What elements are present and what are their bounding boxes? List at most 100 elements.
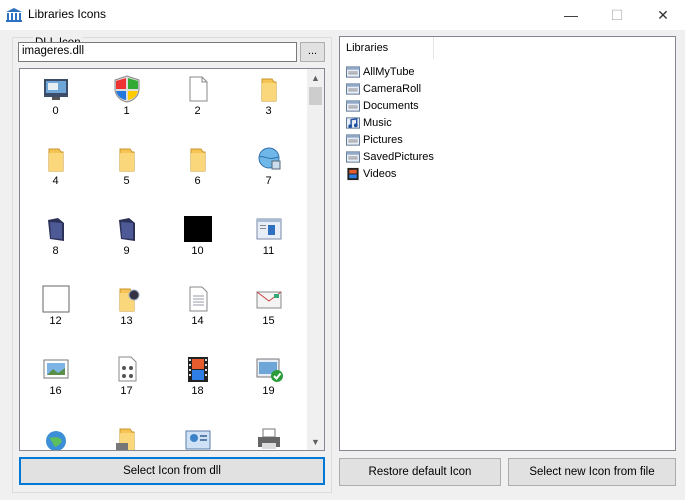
icon-cell[interactable]: 10 [162, 209, 233, 279]
icon-cell[interactable]: 17 [91, 349, 162, 419]
library-item[interactable]: Videos [345, 165, 434, 182]
checked-window-icon [256, 358, 283, 382]
icon-cell[interactable] [20, 419, 91, 450]
globe-icon [46, 431, 66, 450]
dark-folder-icon [119, 218, 135, 241]
maximize-button[interactable]: ☐ [594, 0, 640, 30]
icon-cell[interactable]: 0 [20, 69, 91, 139]
icon-index-label: 6 [194, 175, 201, 187]
icon-index-label: 7 [265, 175, 272, 187]
icon-cell[interactable]: 2 [162, 69, 233, 139]
icon-index-label: 4 [52, 175, 59, 187]
icon-cell[interactable]: 7 [233, 139, 304, 209]
library-window-icon [346, 150, 360, 163]
dll-path-input[interactable]: imageres.dll [18, 42, 297, 62]
icon-grid[interactable]: 0 1 2 3 4 5 6 7 8 9 10 11 12 13 14 15 16 17 18 19 ▲ ▼ [19, 68, 325, 451]
icon-cell[interactable]: 6 [162, 139, 233, 209]
icon-cell[interactable]: 13 [91, 279, 162, 349]
library-window-icon [346, 99, 360, 112]
icon-index-label: 13 [120, 315, 133, 327]
icon-index-label: 14 [191, 315, 204, 327]
folder-search-icon [119, 288, 140, 312]
icon-cell[interactable] [233, 419, 304, 450]
select-new-icon-from-file-button[interactable]: Select new Icon from file [508, 458, 676, 486]
icon-index-label: 15 [262, 315, 275, 327]
music-library-icon [346, 116, 360, 129]
window-title: Libraries Icons [28, 7, 107, 21]
folder-icon [261, 78, 277, 102]
library-item-label: Music [363, 116, 392, 129]
library-item[interactable]: CameraRoll [345, 80, 434, 97]
icon-cell[interactable]: 11 [233, 209, 304, 279]
library-item-label: SavedPictures [363, 150, 434, 163]
library-item[interactable]: Music [345, 114, 434, 131]
folder-icon [48, 148, 64, 172]
icon-index-label: 19 [262, 385, 275, 397]
library-window-icon [346, 82, 360, 95]
scroll-thumb[interactable] [309, 87, 322, 105]
icon-cell[interactable]: 15 [233, 279, 304, 349]
browse-dll-button[interactable]: ... [300, 42, 325, 62]
icon-cell[interactable]: 1 [91, 69, 162, 139]
film-strip-icon [188, 357, 208, 382]
library-item-label: Documents [363, 99, 419, 112]
library-window-icon [346, 65, 360, 78]
icon-index-label: 3 [265, 105, 272, 117]
title-bar: Libraries Icons — ☐ ✕ [0, 0, 685, 30]
icon-cell[interactable]: 16 [20, 349, 91, 419]
libraries-list[interactable]: Libraries AllMyTube CameraRoll Documents Mu… [339, 36, 676, 451]
icon-cell[interactable]: 4 [20, 139, 91, 209]
library-item[interactable]: SavedPictures [345, 148, 434, 165]
library-item[interactable]: Pictures [345, 131, 434, 148]
scroll-down-icon[interactable]: ▼ [307, 433, 324, 450]
icon-cell[interactable]: 8 [20, 209, 91, 279]
icon-index-label: 10 [191, 245, 204, 257]
restore-default-icon-button[interactable]: Restore default Icon [339, 458, 501, 486]
folder-icon [190, 148, 206, 172]
library-window-icon [346, 133, 360, 146]
picture-frame-icon [43, 359, 69, 379]
library-item-label: Pictures [363, 133, 403, 146]
music-document-icon [118, 356, 137, 382]
window-app-icon [256, 218, 282, 240]
icon-cell[interactable]: 19 [233, 349, 304, 419]
windows-security-shield-icon [114, 75, 140, 103]
black-square-icon [184, 216, 212, 242]
icon-cell[interactable]: 12 [20, 279, 91, 349]
icon-index-label: 12 [49, 315, 62, 327]
select-icon-from-dll-button[interactable]: Select Icon from dll [19, 457, 325, 485]
icon-cell[interactable]: 18 [162, 349, 233, 419]
icon-cell[interactable]: 5 [91, 139, 162, 209]
icon-index-label: 2 [194, 105, 201, 117]
icon-cell[interactable] [91, 419, 162, 450]
icon-index-label: 17 [120, 385, 133, 397]
close-button[interactable]: ✕ [640, 0, 685, 30]
icon-cell[interactable]: 3 [233, 69, 304, 139]
white-square-icon [42, 285, 70, 313]
library-item-label: CameraRoll [363, 82, 422, 95]
icon-index-label: 1 [123, 105, 130, 117]
library-item-label: AllMyTube [363, 65, 415, 78]
library-item[interactable]: AllMyTube [345, 63, 434, 80]
minimize-button[interactable]: — [548, 0, 594, 30]
vertical-scrollbar[interactable]: ▲ ▼ [307, 69, 324, 450]
icon-index-label: 16 [49, 385, 62, 397]
network-globe-icon [258, 147, 281, 170]
folder-drive-icon [116, 428, 135, 450]
icon-index-label: 8 [52, 245, 59, 257]
text-document-icon [189, 286, 208, 312]
blank-document-icon [189, 76, 208, 102]
scroll-up-icon[interactable]: ▲ [307, 69, 324, 86]
icon-index-label: 5 [123, 175, 130, 187]
envelope-icon [256, 291, 282, 309]
icon-index-label: 9 [123, 245, 130, 257]
video-library-icon [347, 167, 359, 180]
icon-cell[interactable]: 14 [162, 279, 233, 349]
library-item[interactable]: Documents [345, 97, 434, 114]
icon-cell[interactable]: 9 [91, 209, 162, 279]
icon-cell[interactable] [162, 419, 233, 450]
icon-index-label: 0 [52, 105, 59, 117]
libraries-column-header[interactable]: Libraries [340, 37, 434, 59]
library-icon [6, 8, 22, 22]
libraries-items: AllMyTube CameraRoll Documents Music Picture… [345, 63, 434, 182]
